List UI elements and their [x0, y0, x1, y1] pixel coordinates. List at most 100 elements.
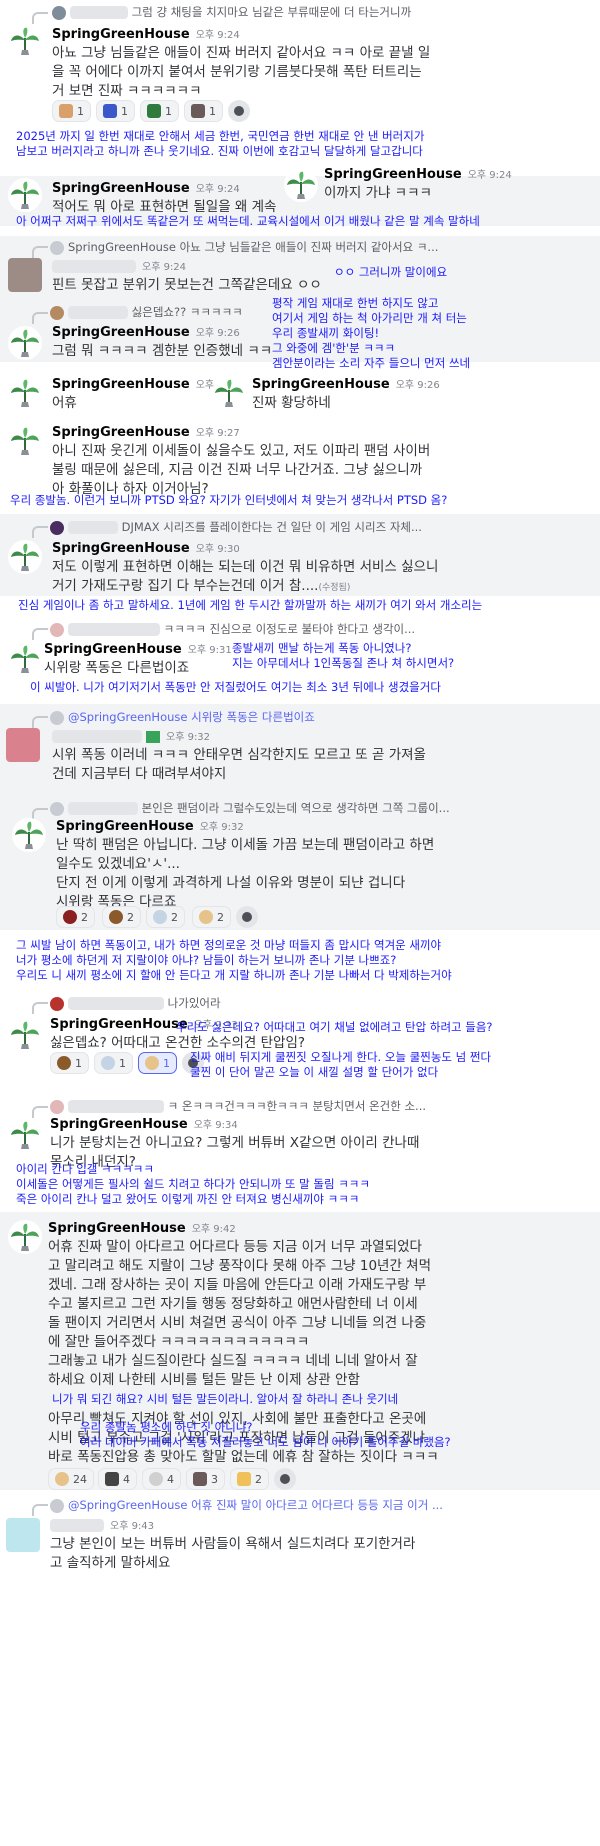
avatar[interactable] [8, 1118, 42, 1152]
annotation: 2025년 까지 일 한번 재대로 안해서 세금 한번, 국민연금 한번 재대로… [16, 129, 424, 159]
annotation: 우리 종발놈 평소에 하던 짓 아니냐? 여러 네이버 카페에서 폭동 저질러놓고… [80, 1420, 451, 1450]
username[interactable]: SpringGreenHouse 오후 9:26 [252, 376, 440, 392]
username-text: SpringGreenHouse [52, 377, 190, 392]
annotation: 진심 게임이나 좀 하고 말하세요. 1년에 게임 한 두시간 할까말까 하는 … [18, 598, 483, 612]
reaction[interactable]: 1 [52, 100, 91, 122]
message-9: @SpringGreenHouse 시위랑 폭동은 다른법이죠 오후 9:32 … [0, 704, 600, 798]
reply-preview[interactable]: @SpringGreenHouse 시위랑 폭동은 다른법이죠 [50, 709, 315, 725]
avatar[interactable] [8, 424, 42, 458]
username[interactable]: SpringGreenHouse 오후 9:30 [52, 540, 240, 556]
reply-preview[interactable]: SpringGreenHouse 아뇨 그냥 님들같은 애들이 진짜 버러지 같… [50, 239, 438, 255]
annotation-line: 이세돌은 어떻게든 필사의 쉴드 치려고 하다가 안되니까 또 말 돌림 ㅋㅋㅋ [16, 1177, 370, 1191]
reaction-selected[interactable]: 1 [138, 1052, 177, 1074]
timestamp: 오후 9:26 [395, 380, 440, 391]
reply-preview[interactable]: DJMAX 시리즈를 플레이한다는 건 일단 이 게임 시리즈 자체... [50, 519, 422, 535]
reaction[interactable]: 2 [56, 906, 95, 928]
reaction-count: 1 [75, 1056, 82, 1070]
timestamp: 오후 9:31 [187, 645, 232, 656]
reaction[interactable]: 2 [146, 906, 185, 928]
reaction[interactable]: 4 [142, 1468, 181, 1490]
username[interactable]: SpringGreenHouse 오후 9:24 [52, 180, 240, 196]
reaction-count: 2 [81, 910, 88, 924]
username[interactable]: 오후 9:43 [50, 1517, 154, 1533]
username-text: SpringGreenHouse [48, 1221, 186, 1236]
reaction-count: 2 [217, 910, 224, 924]
reply-avatar-icon [50, 622, 64, 637]
reply-preview[interactable]: ㅋ 온ㅋㅋㅋ건ㅋㅋㅋ한ㅋㅋㅋ 분탕치면서 온건한 소... [50, 1098, 426, 1114]
timestamp: 오후 9:34 [193, 1120, 238, 1131]
reaction[interactable]: 1 [96, 100, 135, 122]
reply-preview[interactable]: 싫은뎁쇼?? ㅋㅋㅋㅋㅋ [50, 304, 243, 320]
message-text: 시위랑 폭동은 다른법이죠 [44, 660, 190, 676]
reply-avatar-icon [50, 996, 64, 1011]
username-text: SpringGreenHouse [252, 377, 390, 392]
reaction[interactable]: 24 [48, 1468, 94, 1490]
message-line: 돌 팬이지 거리면서 시비 쳐걸면 공식이 아주 그냥 니네들 의견 나중 [48, 1315, 427, 1331]
reaction-count: 4 [123, 1472, 130, 1486]
reply-preview[interactable]: ㅋㅋㅋㅋ 진심으로 이정도로 불타야 한다고 생각이... [50, 621, 415, 637]
username[interactable]: SpringGreenHouse 오후 9:24 [52, 26, 240, 42]
emoji-bread-icon [55, 1472, 69, 1486]
add-reaction-icon[interactable] [228, 100, 250, 122]
reply-avatar-icon [50, 710, 64, 725]
reaction-count: 4 [167, 1472, 174, 1486]
reply-preview[interactable]: 본인은 팬덤이라 그럴수도있는데 역으로 생각하면 그쪽 그룹이... [50, 800, 450, 816]
add-reaction-icon[interactable] [236, 906, 258, 928]
annotation-line: 아이리 칸나 입갤 ㅋㅋㅋㅋㅋ [16, 1162, 154, 1176]
reply-preview[interactable]: 그럼 걍 채팅을 치지마요 님같은 부류때문에 더 타는거니까 [52, 4, 411, 20]
avatar[interactable] [284, 168, 318, 202]
message-line: 난 딱히 팬덤은 아닙니다. 그냥 이세돌 가끔 보는데 팬덤이라고 하면 [56, 837, 435, 853]
avatar[interactable] [6, 1518, 40, 1552]
reply-text: 싫은뎁쇼?? ㅋㅋㅋㅋㅋ [131, 305, 243, 319]
username[interactable]: SpringGreenHouse 오후 9:27 [52, 424, 240, 440]
reply-text: 나가있어라 [167, 996, 221, 1010]
avatar[interactable] [8, 540, 42, 574]
username[interactable]: 오후 9:24 [52, 258, 186, 274]
reaction[interactable]: 1 [140, 100, 179, 122]
username[interactable]: SpringGreenHouse 오후 9:24 [324, 166, 512, 182]
reaction[interactable]: 2 [230, 1468, 269, 1490]
username[interactable]: SpringGreenHouse 오후 9:31 [44, 641, 232, 657]
reaction[interactable]: 1 [184, 100, 223, 122]
avatar[interactable] [8, 326, 42, 360]
reaction[interactable]: 1 [50, 1052, 89, 1074]
avatar[interactable] [8, 642, 42, 676]
add-reaction-icon[interactable] [274, 1468, 296, 1490]
username[interactable]: SpringGreenHouse 오후 9:32 [56, 818, 244, 834]
emoji-hand-icon [237, 1472, 251, 1486]
avatar[interactable] [8, 24, 42, 58]
avatar[interactable] [8, 1018, 42, 1052]
avatar[interactable] [8, 1220, 42, 1254]
reply-preview[interactable]: @SpringGreenHouse 어휴 진짜 말이 아다르고 어다르다 등등 … [50, 1497, 443, 1513]
emoji-cat-icon [105, 1472, 119, 1486]
avatar[interactable] [212, 376, 246, 410]
avatar[interactable] [8, 376, 42, 410]
message-line: 고 말리려고 해도 지랄이 그냥 풍작이다 못해 아주 그냥 10년간 쳐먹 [48, 1258, 432, 1274]
reply-spine [32, 312, 48, 324]
message-12: ㅋ 온ㅋㅋㅋ건ㅋㅋㅋ한ㅋㅋㅋ 분탕치면서 온건한 소... SpringGree… [0, 1094, 600, 1170]
reaction[interactable]: 2 [102, 906, 141, 928]
avatar[interactable] [6, 728, 40, 762]
reaction[interactable]: 3 [186, 1468, 225, 1490]
reply-avatar-icon [50, 1099, 64, 1114]
username[interactable]: SpringGreenHouse 오후 9:42 [48, 1220, 236, 1236]
avatar[interactable] [8, 178, 42, 212]
message-line: 단지 전 이게 이렇게 과격하게 나설 이유와 명분이 되냔 겁니다 [56, 875, 406, 891]
reaction[interactable]: 4 [98, 1468, 137, 1490]
reaction-count: 2 [255, 1472, 262, 1486]
annotation: 종발새끼 맨날 하는게 폭동 아니였나? 지는 아무데서나 1인폭동질 존나 쳐 … [232, 641, 454, 671]
username[interactable]: SpringGreenHouse 오후 9:26 [52, 324, 240, 340]
username[interactable]: SpringGreenHouse 오후 9:34 [50, 1116, 238, 1132]
message-line: 겠네. 그래 장사하는 곳이 지들 마음에 안든다고 이래 가재도구랑 부 [48, 1277, 427, 1293]
emoji-cloud-icon [153, 910, 167, 924]
reply-text: ㅋ 온ㅋㅋㅋ건ㅋㅋㅋ한ㅋㅋㅋ 분탕치면서 온건한 소... [167, 1099, 427, 1113]
reply-spine [32, 246, 48, 258]
message-text: 그럼 뭐 ㅋㅋㅋㅋ 겜한분 인증했네 ㅋㅋ [52, 343, 273, 359]
reply-preview[interactable]: 나가있어라 [50, 995, 221, 1011]
avatar[interactable] [8, 258, 42, 292]
username[interactable]: 오후 9:32 [52, 728, 210, 744]
reaction[interactable]: 1 [94, 1052, 133, 1074]
avatar[interactable] [12, 818, 46, 852]
reaction[interactable]: 2 [192, 906, 231, 928]
timestamp: 오후 9:32 [166, 732, 211, 743]
